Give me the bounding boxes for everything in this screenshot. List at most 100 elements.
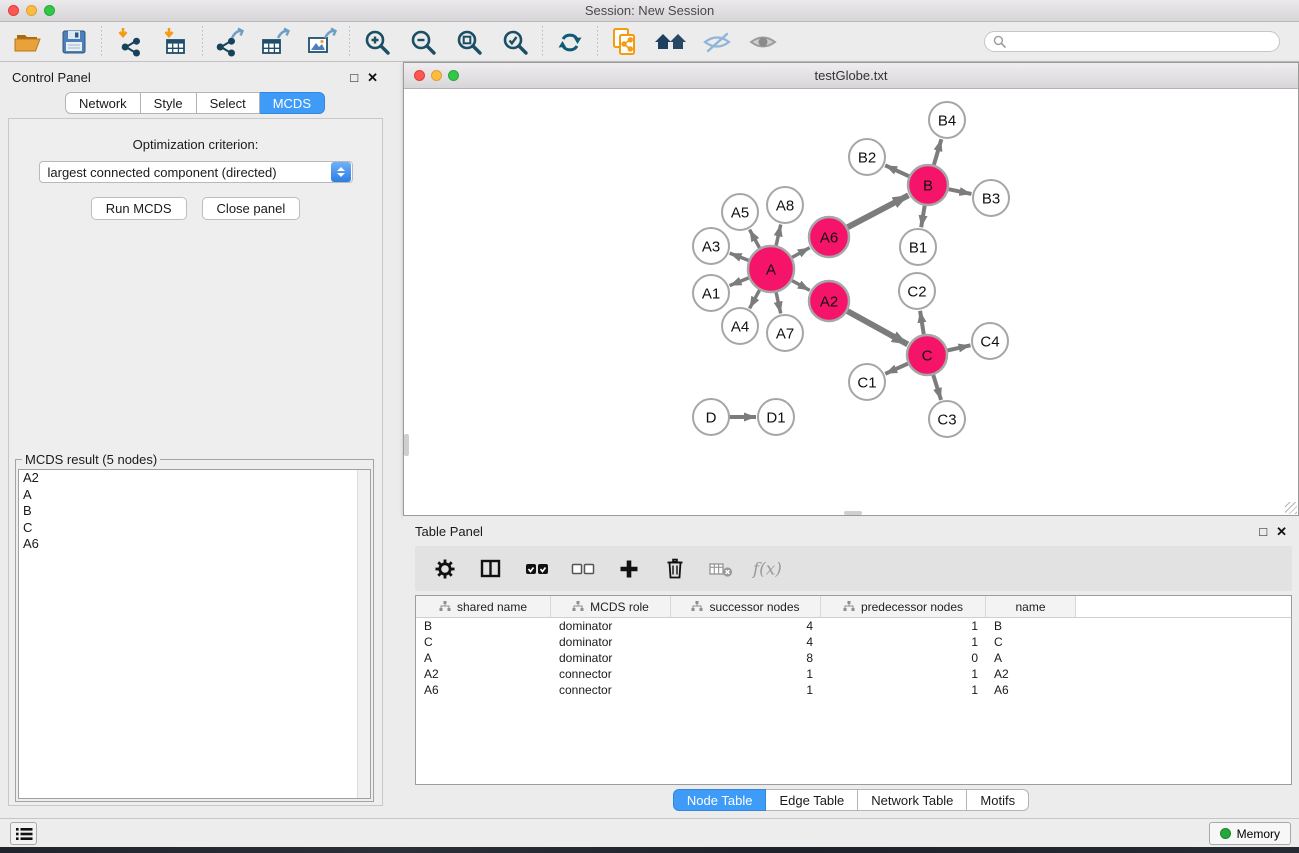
tab-network-table[interactable]: Network Table xyxy=(858,789,967,811)
node-C3[interactable]: C3 xyxy=(929,401,965,437)
tab-select[interactable]: Select xyxy=(197,92,260,114)
show-all-button[interactable] xyxy=(745,25,781,59)
edge-B-B4[interactable] xyxy=(933,139,941,167)
edge-B-B1[interactable] xyxy=(921,204,925,227)
edge-A-A6[interactable] xyxy=(790,248,809,259)
tab-network[interactable]: Network xyxy=(65,92,141,114)
zoom-fit-button[interactable] xyxy=(451,25,487,59)
node-B[interactable]: B xyxy=(908,165,948,205)
export-table-button[interactable] xyxy=(258,25,294,59)
node-A[interactable]: A xyxy=(748,246,794,292)
table-cell[interactable]: 1 xyxy=(821,634,986,650)
float-table-panel-icon[interactable]: □ xyxy=(1259,525,1267,538)
table-cell[interactable]: 1 xyxy=(821,618,986,634)
network-minimize-icon[interactable] xyxy=(431,70,442,81)
column-header-name[interactable]: name xyxy=(986,596,1076,617)
edge-C-C3[interactable] xyxy=(933,373,941,400)
node-B3[interactable]: B3 xyxy=(973,180,1009,216)
node-C2[interactable]: C2 xyxy=(899,273,935,309)
mcds-result-item[interactable]: B xyxy=(19,503,370,520)
network-close-icon[interactable] xyxy=(414,70,425,81)
table-row[interactable]: Adominator80A xyxy=(416,650,1291,666)
edge-C-C2[interactable] xyxy=(920,311,924,336)
task-history-button[interactable] xyxy=(10,822,37,845)
edge-C-C1[interactable] xyxy=(885,363,909,374)
node-D[interactable]: D xyxy=(693,399,729,435)
export-image-button[interactable] xyxy=(304,25,340,59)
column-header-predecessor-nodes[interactable]: predecessor nodes xyxy=(821,596,986,617)
add-column-button[interactable] xyxy=(613,553,645,585)
node-C[interactable]: C xyxy=(907,335,947,375)
node-A6[interactable]: A6 xyxy=(809,217,849,257)
mcds-result-item[interactable]: C xyxy=(19,520,370,537)
node-table[interactable]: shared nameMCDS rolesuccessor nodesprede… xyxy=(415,595,1292,785)
table-row[interactable]: A6connector11A6 xyxy=(416,682,1291,698)
table-cell[interactable]: 1 xyxy=(821,682,986,698)
network-maximize-icon[interactable] xyxy=(448,70,459,81)
new-network-from-selection-button[interactable] xyxy=(607,25,643,59)
table-row[interactable]: Cdominator41C xyxy=(416,634,1291,650)
mcds-result-item[interactable]: A6 xyxy=(19,536,370,553)
minimize-window-icon[interactable] xyxy=(26,5,37,16)
import-table-button[interactable] xyxy=(157,25,193,59)
open-file-button[interactable] xyxy=(10,25,46,59)
node-A3[interactable]: A3 xyxy=(693,228,729,264)
network-vscrollbar[interactable] xyxy=(404,434,409,456)
tab-node-table[interactable]: Node Table xyxy=(673,789,767,811)
column-header-successor-nodes[interactable]: successor nodes xyxy=(671,596,821,617)
result-list-scrollbar[interactable] xyxy=(357,470,370,798)
tab-mcds[interactable]: MCDS xyxy=(260,92,325,114)
tab-edge-table[interactable]: Edge Table xyxy=(766,789,858,811)
run-mcds-button[interactable]: Run MCDS xyxy=(91,197,187,220)
search-box[interactable] xyxy=(984,31,1280,52)
close-table-panel-icon[interactable]: ✕ xyxy=(1276,525,1287,538)
table-cell[interactable]: C xyxy=(416,634,551,650)
node-B2[interactable]: B2 xyxy=(849,139,885,175)
zoom-out-button[interactable] xyxy=(405,25,441,59)
node-C1[interactable]: C1 xyxy=(849,364,885,400)
table-cell[interactable]: A6 xyxy=(416,682,551,698)
table-cell[interactable]: connector xyxy=(551,682,671,698)
criterion-dropdown[interactable]: largest connected component (directed) xyxy=(39,161,353,183)
table-cell[interactable]: B xyxy=(986,618,1076,634)
edge-A-A5[interactable] xyxy=(750,230,761,250)
table-cell[interactable]: 1 xyxy=(671,682,821,698)
table-cell[interactable]: A xyxy=(986,650,1076,666)
network-canvas[interactable]: B4B2BB3A5A8A6B1A3AC2A1A2A4A7C4CC1C3DD1 xyxy=(404,89,1298,515)
node-A4[interactable]: A4 xyxy=(722,308,758,344)
column-header-MCDS-role[interactable]: MCDS role xyxy=(551,596,671,617)
edge-B-B3[interactable] xyxy=(947,189,972,194)
network-frame-titlebar[interactable]: testGlobe.txt xyxy=(404,63,1298,89)
edge-A-A7[interactable] xyxy=(776,290,781,313)
edge-A-A2[interactable] xyxy=(790,280,809,291)
save-session-button[interactable] xyxy=(56,25,92,59)
table-row[interactable]: Bdominator41B xyxy=(416,618,1291,634)
close-window-icon[interactable] xyxy=(8,5,19,16)
table-cell[interactable]: 1 xyxy=(671,666,821,682)
edge-A-A4[interactable] xyxy=(750,288,761,308)
table-cell[interactable]: A6 xyxy=(986,682,1076,698)
deselect-all-rows-button[interactable] xyxy=(567,553,599,585)
close-panel-button[interactable]: Close panel xyxy=(202,197,301,220)
edge-A-A3[interactable] xyxy=(730,253,751,261)
table-cell[interactable]: A2 xyxy=(416,666,551,682)
export-network-button[interactable] xyxy=(212,25,248,59)
show-hide-columns-button[interactable] xyxy=(475,553,507,585)
import-network-button[interactable] xyxy=(111,25,147,59)
node-B4[interactable]: B4 xyxy=(929,102,965,138)
node-A8[interactable]: A8 xyxy=(767,187,803,223)
search-input[interactable] xyxy=(1011,35,1271,49)
resize-grip-icon[interactable] xyxy=(1285,502,1297,514)
edge-C-C4[interactable] xyxy=(946,345,971,351)
edge-A6-B[interactable] xyxy=(846,195,909,228)
table-cell[interactable]: 0 xyxy=(821,650,986,666)
hide-selected-button[interactable] xyxy=(699,25,735,59)
edge-A-A8[interactable] xyxy=(776,225,781,248)
mcds-result-item[interactable]: A xyxy=(19,487,370,504)
apply-layout-button[interactable] xyxy=(552,25,588,59)
node-A7[interactable]: A7 xyxy=(767,315,803,351)
network-hscrollbar[interactable] xyxy=(844,511,862,515)
node-D1[interactable]: D1 xyxy=(758,399,794,435)
table-cell[interactable]: A xyxy=(416,650,551,666)
table-cell[interactable]: dominator xyxy=(551,650,671,666)
